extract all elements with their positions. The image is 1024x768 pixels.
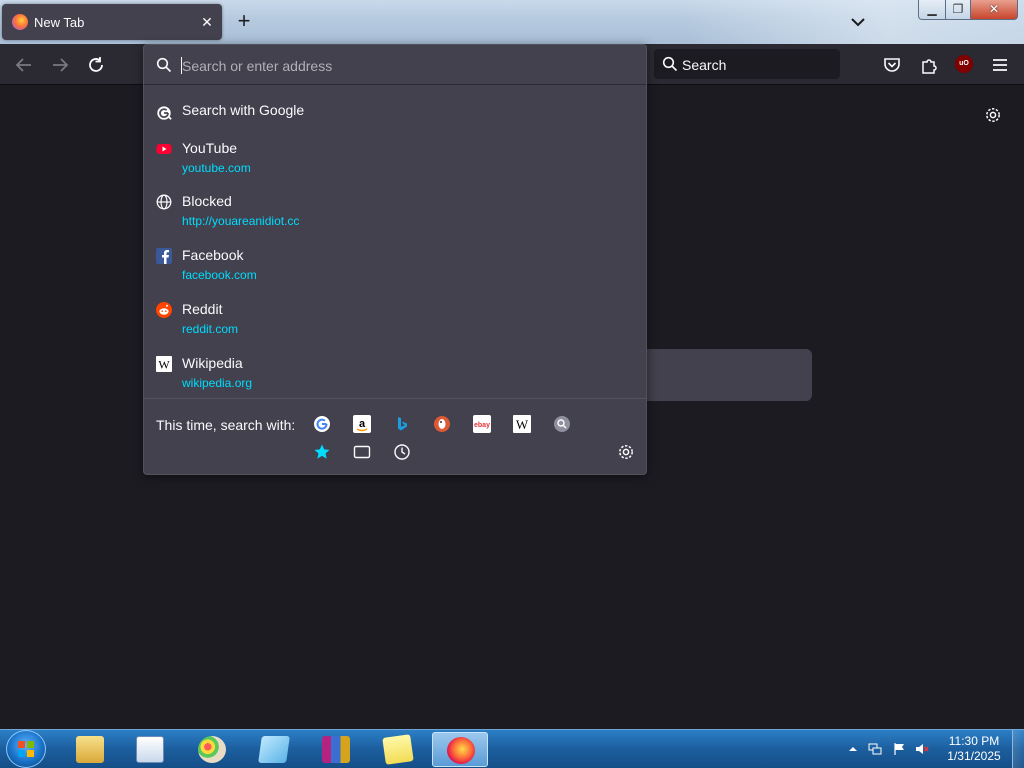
result-title: YouTube — [182, 140, 238, 156]
show-hidden-icons-icon[interactable] — [846, 742, 860, 756]
one-off-search-label: This time, search with: — [156, 417, 296, 433]
taskbar-file-explorer[interactable] — [62, 732, 118, 767]
result-title: Wikipedia — [182, 355, 243, 371]
wikipedia-icon: W — [156, 356, 172, 372]
history-icon[interactable] — [393, 443, 411, 461]
google-icon[interactable] — [313, 415, 331, 433]
paint-icon — [198, 736, 226, 763]
result-facebook[interactable]: Facebook facebook.com — [144, 240, 646, 294]
globe-icon — [156, 194, 172, 210]
taskbar-winrar[interactable] — [308, 732, 364, 767]
address-placeholder: Search or enter address — [182, 58, 333, 74]
forward-arrow-icon[interactable] — [49, 54, 71, 76]
extensions-puzzle-icon[interactable] — [918, 54, 940, 76]
search-icon — [662, 56, 678, 72]
back-arrow-icon[interactable] — [13, 54, 35, 76]
taskbar-notepad[interactable] — [246, 732, 302, 767]
result-url: wikipedia.org — [182, 376, 253, 390]
tabs-icon[interactable] — [353, 443, 371, 461]
wikipedia-icon[interactable]: W — [513, 415, 531, 433]
amazon-icon[interactable]: a — [353, 415, 371, 433]
taskbar-sticky-notes[interactable] — [370, 732, 426, 767]
show-desktop-button[interactable] — [1012, 730, 1024, 768]
tab-title: New Tab — [34, 14, 85, 30]
sticky-notes-icon — [382, 734, 414, 765]
result-url: youtube.com — [182, 161, 251, 175]
close-window-button[interactable]: ✕ — [970, 0, 1018, 20]
result-blocked[interactable]: Blocked http://youareanidiot.cc — [144, 186, 646, 240]
taskbar-wordpad[interactable] — [122, 732, 178, 767]
start-button[interactable] — [6, 730, 46, 768]
reddit-icon — [156, 302, 172, 318]
action-center-flag-icon[interactable] — [892, 742, 906, 756]
ebay-icon[interactable]: ebay — [473, 415, 491, 433]
notepad-icon — [258, 736, 290, 763]
maximize-button[interactable]: ❐ — [945, 0, 971, 20]
duckduckgo-icon[interactable] — [433, 415, 451, 433]
bookmarks-star-icon[interactable] — [313, 443, 331, 461]
clock-time: 11:30 PM — [948, 734, 1000, 748]
search-bar[interactable]: Search — [654, 49, 840, 79]
clock-date: 1/31/2025 — [947, 749, 1001, 763]
shortcut-card[interactable] — [640, 349, 812, 401]
result-wikipedia[interactable]: W Wikipedia wikipedia.org — [144, 348, 646, 402]
search-icon — [156, 57, 172, 73]
taskbar-paint[interactable] — [184, 732, 240, 767]
minimize-button[interactable]: ▁ — [918, 0, 946, 20]
result-url: reddit.com — [182, 322, 239, 336]
search-bar-label: Search — [682, 57, 727, 73]
system-clock[interactable]: 11:30 PM 1/31/2025 — [944, 734, 1004, 764]
svg-text:W: W — [158, 358, 170, 372]
new-tab-button[interactable]: + — [234, 10, 254, 32]
wordpad-icon — [136, 736, 164, 763]
file-explorer-icon — [76, 736, 104, 763]
result-url: facebook.com — [182, 268, 257, 282]
svg-text:a: a — [359, 418, 366, 430]
volume-muted-icon[interactable] — [915, 742, 929, 756]
result-title: Facebook — [182, 247, 244, 263]
result-title: Reddit — [182, 301, 223, 317]
search-engine-icon[interactable] — [553, 415, 571, 433]
windows-taskbar: 11:30 PM 1/31/2025 — [0, 729, 1024, 768]
title-bar: New Tab ✕ + ▁ ❐ ✕ — [0, 0, 1024, 44]
hamburger-menu-icon[interactable] — [989, 54, 1011, 76]
list-all-tabs-chevron-icon[interactable] — [848, 12, 868, 32]
suggestion-label: Search with Google — [182, 102, 305, 118]
address-input[interactable]: Search or enter address — [144, 45, 646, 85]
bing-icon[interactable] — [393, 415, 411, 433]
pocket-icon[interactable] — [881, 54, 903, 76]
svg-text:W: W — [516, 417, 529, 432]
winrar-icon — [322, 736, 350, 763]
search-settings-gear-icon[interactable] — [617, 443, 635, 461]
svg-text:ebay: ebay — [474, 422, 490, 429]
firefox-icon — [447, 737, 475, 764]
ublock-origin-icon[interactable]: uO — [955, 55, 973, 73]
reload-icon[interactable] — [85, 54, 107, 76]
result-youtube[interactable]: YouTube youtube.com — [144, 133, 646, 187]
result-title: Blocked — [182, 193, 232, 209]
network-icon[interactable] — [868, 742, 882, 756]
taskbar-firefox[interactable] — [432, 732, 488, 767]
customize-gear-icon[interactable] — [984, 106, 1002, 124]
windows-logo-icon — [18, 741, 34, 757]
divider — [144, 398, 646, 399]
result-reddit[interactable]: Reddit reddit.com — [144, 294, 646, 348]
firefox-tab-icon — [12, 14, 28, 30]
youtube-icon — [156, 144, 172, 154]
tab-close-icon[interactable]: ✕ — [198, 13, 216, 31]
result-url: http://youareanidiot.cc — [182, 214, 300, 228]
tab-new-tab[interactable]: New Tab ✕ — [2, 4, 222, 40]
facebook-icon — [156, 248, 172, 264]
google-icon — [157, 106, 172, 120]
address-bar-dropdown: Search or enter address Search with Goog… — [143, 44, 647, 475]
